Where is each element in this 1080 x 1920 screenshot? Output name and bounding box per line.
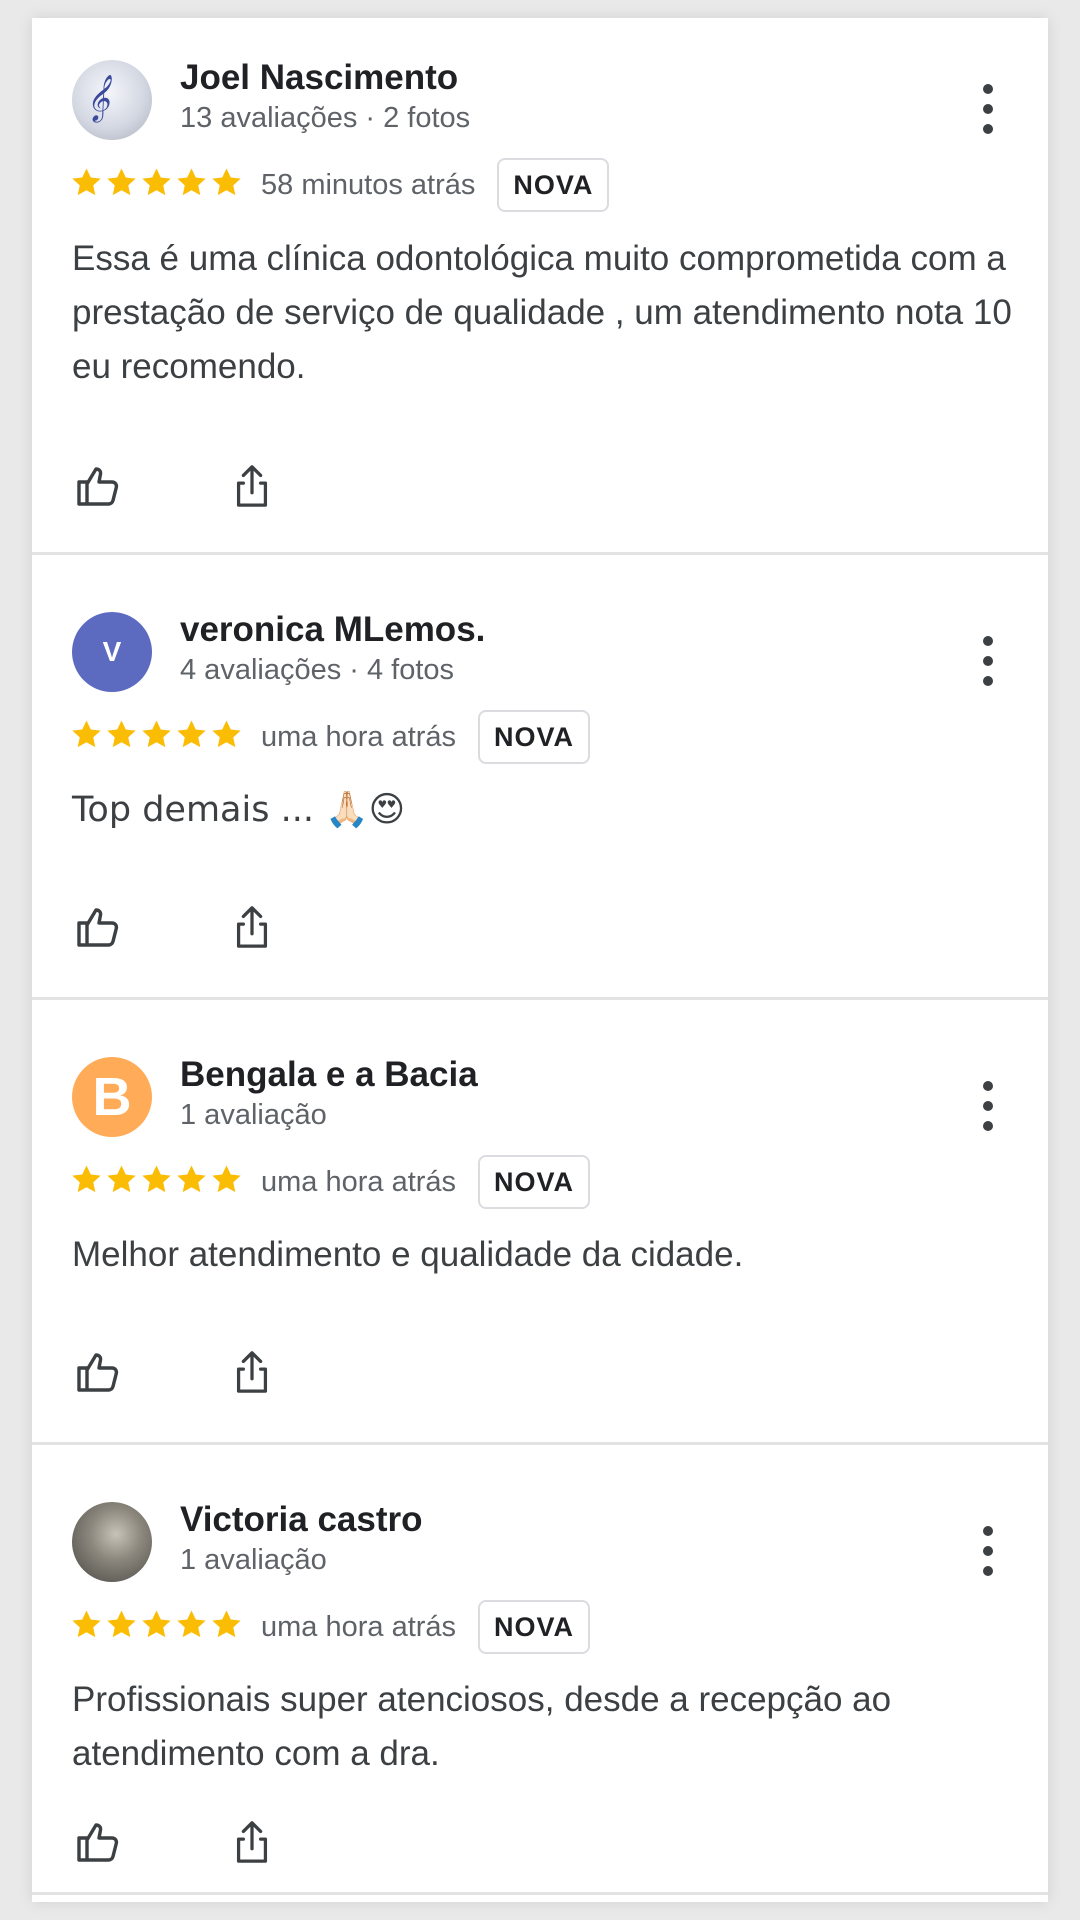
review-actions	[72, 1818, 278, 1870]
reviewer-meta: 13 avaliações · 2 fotos	[180, 102, 471, 134]
new-badge: NOVA	[497, 158, 610, 212]
reviews-panel: 𝄞 Joel Nascimento 13 avaliações · 2 foto…	[32, 18, 1048, 1902]
avatar-initial: V	[102, 636, 122, 667]
star-rating	[70, 1608, 243, 1646]
review-text: Top demais ... 🙏🏻😍	[72, 790, 406, 830]
reviewer-name[interactable]: Bengala e a Bacia	[180, 1055, 478, 1095]
review-card: V veronica MLemos. 4 avaliações · 4 foto…	[32, 555, 1048, 1000]
thumbs-up-icon	[74, 903, 122, 956]
like-button[interactable]	[72, 1818, 124, 1870]
star-icon	[70, 166, 103, 204]
star-icon	[105, 1608, 138, 1646]
star-icon	[140, 718, 173, 756]
more-vert-icon	[983, 636, 993, 646]
share-button[interactable]	[226, 1348, 278, 1400]
star-icon	[210, 718, 243, 756]
review-text: Profissionais super atenciosos, desde a …	[72, 1680, 892, 1773]
review-text: Essa é uma clínica odontológica muito co…	[72, 239, 1012, 386]
review-actions	[72, 903, 278, 955]
more-vert-icon	[983, 1081, 993, 1091]
star-icon	[105, 1163, 138, 1201]
star-icon	[70, 1608, 103, 1646]
star-icon	[105, 166, 138, 204]
share-icon	[229, 1349, 275, 1400]
reviewer-meta: 4 avaliações · 4 fotos	[180, 654, 455, 686]
thumbs-up-icon	[74, 1818, 122, 1871]
thumbs-up-icon	[74, 462, 122, 515]
star-icon	[210, 1163, 243, 1201]
like-button[interactable]	[72, 903, 124, 955]
like-button[interactable]	[72, 1348, 124, 1400]
rating-row: uma hora atrás NOVA	[70, 1600, 591, 1654]
new-badge: NOVA	[478, 1155, 591, 1209]
review-time: uma hora atrás	[261, 720, 457, 753]
new-badge: NOVA	[478, 710, 591, 764]
star-icon	[70, 718, 103, 756]
review-actions	[72, 462, 278, 514]
share-button[interactable]	[226, 462, 278, 514]
star-icon	[210, 166, 243, 204]
share-button[interactable]	[226, 1818, 278, 1870]
star-icon	[70, 1163, 103, 1201]
like-button[interactable]	[72, 462, 124, 514]
reviewer-name[interactable]: Victoria castro	[180, 1500, 423, 1540]
reviewer-meta: 1 avaliação	[180, 1099, 327, 1131]
star-icon	[175, 166, 208, 204]
more-vert-icon	[983, 1526, 993, 1536]
new-badge: NOVA	[478, 1600, 591, 1654]
star-icon	[175, 718, 208, 756]
star-rating	[70, 166, 243, 204]
avatar[interactable]: B	[72, 1057, 152, 1137]
avatar[interactable]: 𝄞	[72, 60, 152, 140]
more-options-button[interactable]	[976, 1081, 1000, 1131]
review-card: B Bengala e a Bacia 1 avaliação uma hora…	[32, 1000, 1048, 1445]
more-options-button[interactable]	[976, 1526, 1000, 1576]
review-card: 𝄞 Joel Nascimento 13 avaliações · 2 foto…	[32, 18, 1048, 555]
reviewer-meta: 1 avaliação	[180, 1544, 327, 1576]
star-icon	[140, 1163, 173, 1201]
avatar-initial: B	[92, 1067, 132, 1127]
rating-row: 58 minutos atrás NOVA	[70, 158, 610, 212]
star-icon	[140, 166, 173, 204]
review-card: Victoria castro 1 avaliação uma hora atr…	[32, 1445, 1048, 1895]
star-icon	[105, 718, 138, 756]
reviewer-name[interactable]: veronica MLemos.	[180, 610, 485, 650]
star-icon	[175, 1608, 208, 1646]
reviewer-name[interactable]: Joel Nascimento	[180, 58, 458, 98]
rating-row: uma hora atrás NOVA	[70, 710, 591, 764]
more-options-button[interactable]	[976, 84, 1000, 134]
share-icon	[229, 1819, 275, 1870]
avatar[interactable]: V	[72, 612, 152, 692]
review-time: uma hora atrás	[261, 1165, 457, 1198]
star-rating	[70, 718, 243, 756]
review-time: 58 minutos atrás	[261, 168, 476, 201]
share-icon	[229, 463, 275, 514]
star-icon	[210, 1608, 243, 1646]
star-icon	[175, 1163, 208, 1201]
review-text: Melhor atendimento e qualidade da cidade…	[72, 1235, 744, 1274]
review-actions	[72, 1348, 278, 1400]
star-rating	[70, 1163, 243, 1201]
more-vert-icon	[983, 84, 993, 94]
share-button[interactable]	[226, 903, 278, 955]
avatar[interactable]	[72, 1502, 152, 1582]
review-time: uma hora atrás	[261, 1610, 457, 1643]
star-icon	[140, 1608, 173, 1646]
avatar-logo-glyph: 𝄞	[86, 75, 110, 121]
thumbs-up-icon	[74, 1348, 122, 1401]
rating-row: uma hora atrás NOVA	[70, 1155, 591, 1209]
share-icon	[229, 904, 275, 955]
more-options-button[interactable]	[976, 636, 1000, 686]
